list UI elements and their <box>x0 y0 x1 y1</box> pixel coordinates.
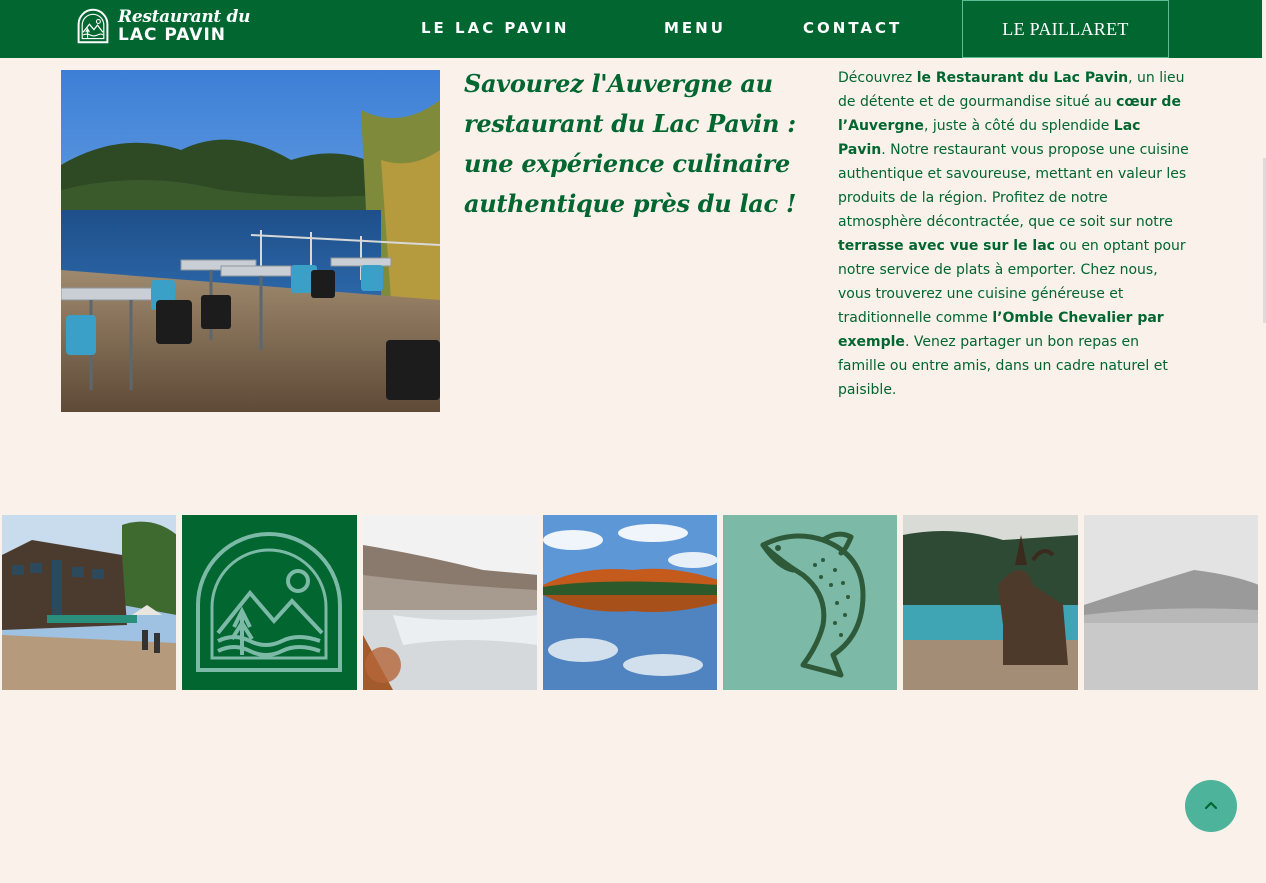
intro-paragraph: Découvrez le Restaurant du Lac Pavin, un… <box>838 66 1190 402</box>
top-navbar: Restaurant du LAC PAVIN LE LAC PAVIN MEN… <box>0 0 1262 58</box>
le-paillaret-button[interactable]: LE PAILLARET <box>962 0 1169 58</box>
gallery-item-foggy-hill[interactable] <box>1083 515 1259 690</box>
nav-item-contact[interactable]: CONTACT <box>803 19 902 37</box>
hero-headline: Savourez l'Auvergne au restaurant du Lac… <box>464 69 797 218</box>
chevron-up-icon <box>1204 801 1218 810</box>
nav-item-menu[interactable]: MENU <box>664 19 726 37</box>
mountain-badge-icon <box>77 8 109 44</box>
nav-item-le-lac-pavin[interactable]: LE LAC PAVIN <box>421 19 569 37</box>
logo-line-1: Restaurant du <box>118 6 251 27</box>
gallery-item-winter-lake[interactable] <box>362 515 537 690</box>
intro-highlight: terrasse avec vue sur le lac <box>838 238 1055 254</box>
intro-highlight: le Restaurant du Lac Pavin <box>916 70 1129 86</box>
gallery-item-logo-badge[interactable] <box>182 515 357 690</box>
intro-text: Découvrez <box>838 70 917 86</box>
fish-icon <box>760 531 866 678</box>
scroll-to-top-button[interactable] <box>1185 780 1237 832</box>
gallery-item-lake-sculpture[interactable] <box>903 515 1078 690</box>
gallery-item-restaurant-building[interactable] <box>2 515 177 690</box>
mountain-badge-icon <box>196 532 343 672</box>
gallery-item-fish[interactable] <box>723 515 898 690</box>
intro-text: , juste à côté du splendide <box>923 118 1114 134</box>
logo-text: Restaurant du LAC PAVIN <box>118 6 251 45</box>
logo-line-2: LAC PAVIN <box>118 24 226 45</box>
gallery-item-autumn-reflection[interactable] <box>542 515 718 690</box>
intro-text: . Notre restaurant vous propose une cuis… <box>838 142 1189 230</box>
terrace-lake-photo <box>61 70 440 412</box>
site-logo[interactable]: Restaurant du LAC PAVIN <box>75 6 251 46</box>
photo-gallery <box>2 515 1259 690</box>
